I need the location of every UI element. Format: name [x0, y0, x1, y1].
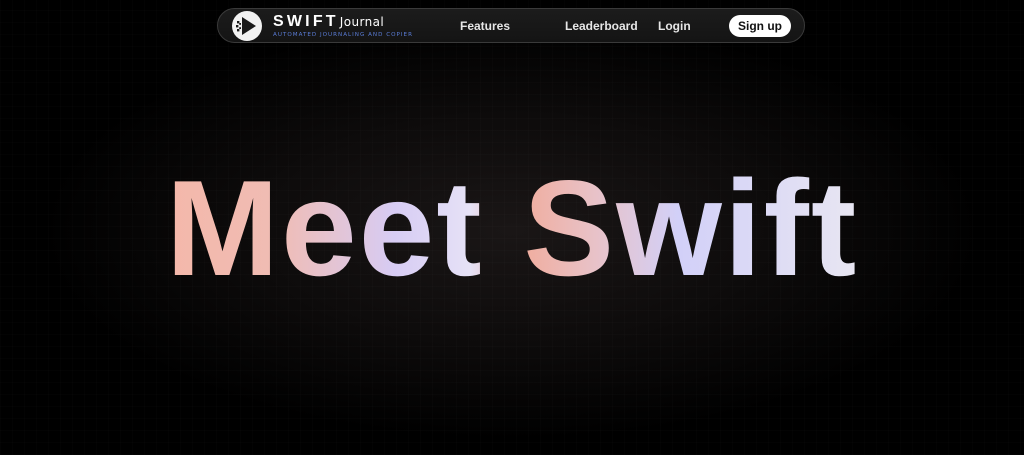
play-arrow-logo-icon	[232, 11, 262, 41]
hero-section: Meet Swift	[0, 160, 1024, 296]
brand-logo-link[interactable]: SWIFTJournal AUTOMATED JOURNALING AND CO…	[232, 11, 432, 41]
nav-link-login[interactable]: Login	[658, 19, 691, 33]
nav-link-leaderboard[interactable]: Leaderboard	[565, 19, 638, 33]
brand-name: SWIFTJournal	[273, 14, 384, 30]
signup-button[interactable]: Sign up	[729, 15, 791, 37]
brand-swift-text: SWIFT	[273, 13, 339, 30]
brand-journal-text: Journal	[339, 15, 385, 29]
brand-tagline: AUTOMATED JOURNALING AND COPIER	[273, 32, 413, 38]
hero-title: Meet Swift	[165, 152, 859, 304]
nav-link-features[interactable]: Features	[460, 19, 510, 33]
top-navbar: SWIFTJournal AUTOMATED JOURNALING AND CO…	[217, 8, 805, 43]
